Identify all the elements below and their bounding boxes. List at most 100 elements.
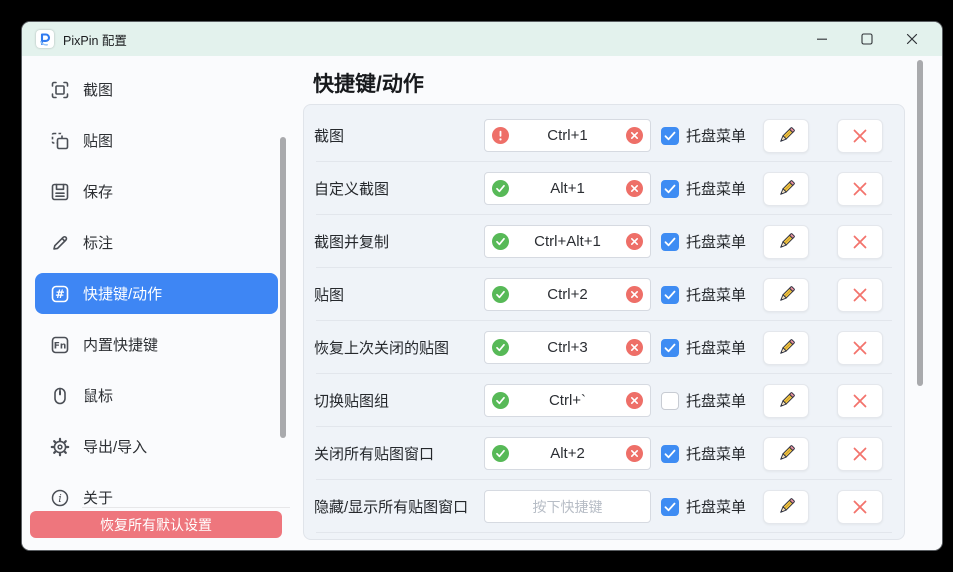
sidebar-item-builtin-hotkeys[interactable]: Fn 内置快捷键 xyxy=(35,324,278,365)
pencil-icon xyxy=(776,231,797,252)
save-icon xyxy=(50,182,70,202)
delete-hotkey-button[interactable] xyxy=(837,490,883,524)
edit-hotkey-button[interactable] xyxy=(763,172,809,206)
action-label: 关闭所有贴图窗口 xyxy=(304,443,484,464)
hotkey-input[interactable]: Ctrl+1 xyxy=(484,119,651,152)
sidebar-item-mouse[interactable]: 鼠标 xyxy=(35,375,278,416)
main-scrollbar[interactable] xyxy=(917,60,923,386)
sidebar-item-hotkey-action[interactable]: # 快捷键/动作 xyxy=(35,273,278,314)
clear-hotkey-icon[interactable] xyxy=(626,286,643,303)
sidebar-item-annotate[interactable]: 标注 xyxy=(35,222,278,263)
hotkey-value: Alt+2 xyxy=(509,445,626,462)
delete-x-icon xyxy=(851,127,869,145)
hotkey-input[interactable]: Ctrl+2 xyxy=(484,278,651,311)
screenshot-icon xyxy=(50,80,70,100)
delete-hotkey-button[interactable] xyxy=(837,384,883,418)
page-title: 快捷键/动作 xyxy=(313,68,424,98)
clear-hotkey-icon[interactable] xyxy=(626,392,643,409)
tray-menu-label: 托盘菜单 xyxy=(686,231,746,252)
svg-text:i: i xyxy=(58,492,62,505)
tray-menu-checkbox[interactable]: 托盘菜单 xyxy=(661,496,746,517)
hotkey-row: 恢复上次关闭的贴图 Ctrl+3 托盘菜单 xyxy=(304,321,904,374)
delete-x-icon xyxy=(851,180,869,198)
tray-menu-checkbox[interactable]: 托盘菜单 xyxy=(661,284,746,305)
maximize-button[interactable] xyxy=(844,24,889,54)
clear-hotkey-icon[interactable] xyxy=(626,127,643,144)
delete-x-icon xyxy=(851,392,869,410)
action-label: 贴图 xyxy=(304,284,484,305)
sidebar-item-label: 标注 xyxy=(83,232,113,253)
hotkey-row: 切换贴图组 Ctrl+` 托盘菜单 xyxy=(304,374,904,427)
edit-hotkey-button[interactable] xyxy=(763,384,809,418)
hotkey-input[interactable]: Ctrl+` xyxy=(484,384,651,417)
sidebar-item-export-import[interactable]: 导出/导入 xyxy=(35,426,278,467)
sidebar-item-label: 内置快捷键 xyxy=(83,334,158,355)
delete-hotkey-button[interactable] xyxy=(837,119,883,153)
hotkey-ok-icon xyxy=(492,392,509,409)
sidebar-item-label: 快捷键/动作 xyxy=(83,283,162,304)
window-body: 截图 贴图 保存 标注 # 快捷键/动作 Fn 内置快捷键 鼠标 导出/导入 i… xyxy=(22,56,942,550)
sidebar-item-save[interactable]: 保存 xyxy=(35,171,278,212)
edit-hotkey-button[interactable] xyxy=(763,119,809,153)
edit-hotkey-button[interactable] xyxy=(763,331,809,365)
hotkey-value: Ctrl+2 xyxy=(509,286,626,303)
hotkey-input[interactable]: Alt+1 xyxy=(484,172,651,205)
pencil-icon xyxy=(776,390,797,411)
sidebar-item-screenshot[interactable]: 截图 xyxy=(35,69,278,110)
tray-menu-checkbox[interactable]: 托盘菜单 xyxy=(661,231,746,252)
hotkey-value: Ctrl+3 xyxy=(509,339,626,356)
minimize-button[interactable] xyxy=(799,24,844,54)
titlebar[interactable]: PixPin 配置 xyxy=(22,22,942,56)
tray-menu-checkbox[interactable]: 托盘菜单 xyxy=(661,337,746,358)
clear-hotkey-icon[interactable] xyxy=(626,233,643,250)
hotkey-input[interactable]: Ctrl+3 xyxy=(484,331,651,364)
hotkey-value: Ctrl+Alt+1 xyxy=(509,233,626,250)
hotkey-value: Ctrl+1 xyxy=(509,127,626,144)
delete-hotkey-button[interactable] xyxy=(837,331,883,365)
pencil-icon xyxy=(776,443,797,464)
delete-hotkey-button[interactable] xyxy=(837,437,883,471)
hotkey-ok-icon xyxy=(492,233,509,250)
close-button[interactable] xyxy=(889,24,934,54)
tray-menu-checkbox[interactable]: 托盘菜单 xyxy=(661,390,746,411)
hotkey-input[interactable]: Alt+2 xyxy=(484,437,651,470)
checkbox-icon xyxy=(661,498,679,516)
edit-hotkey-button[interactable] xyxy=(763,490,809,524)
hotkey-value: Ctrl+` xyxy=(509,392,626,409)
hotkey-error-icon xyxy=(492,127,509,144)
action-label: 恢复上次关闭的贴图 xyxy=(304,337,484,358)
tray-menu-label: 托盘菜单 xyxy=(686,443,746,464)
hotkey-input[interactable]: Ctrl+Alt+1 xyxy=(484,225,651,258)
action-label: 自定义截图 xyxy=(304,178,484,199)
sidebar-item-pin-image[interactable]: 贴图 xyxy=(35,120,278,161)
sidebar-scrollbar[interactable] xyxy=(280,137,286,438)
restore-defaults-button[interactable]: 恢复所有默认设置 xyxy=(30,511,282,538)
delete-hotkey-button[interactable] xyxy=(837,225,883,259)
tray-menu-checkbox[interactable]: 托盘菜单 xyxy=(661,443,746,464)
clear-hotkey-icon[interactable] xyxy=(626,180,643,197)
clear-hotkey-icon[interactable] xyxy=(626,445,643,462)
hotkey-value: Alt+1 xyxy=(509,180,626,197)
hotkey-action-icon: # xyxy=(50,284,70,304)
action-label: 隐藏/显示所有贴图窗口 xyxy=(304,496,484,517)
tray-menu-checkbox[interactable]: 托盘菜单 xyxy=(661,125,746,146)
delete-hotkey-button[interactable] xyxy=(837,278,883,312)
sidebar-item-label: 截图 xyxy=(83,79,113,100)
tray-menu-checkbox[interactable]: 托盘菜单 xyxy=(661,178,746,199)
action-label: 切换贴图组 xyxy=(304,390,484,411)
checkbox-icon xyxy=(661,339,679,357)
edit-hotkey-button[interactable] xyxy=(763,437,809,471)
hotkey-value: 按下快捷键 xyxy=(509,497,626,517)
tray-menu-label: 托盘菜单 xyxy=(686,178,746,199)
clear-hotkey-icon[interactable] xyxy=(626,339,643,356)
hotkey-input[interactable]: 按下快捷键 xyxy=(484,490,651,523)
about-icon: i xyxy=(50,488,70,508)
pencil-icon xyxy=(776,337,797,358)
pixpin-logo-icon xyxy=(36,30,54,48)
edit-hotkey-button[interactable] xyxy=(763,225,809,259)
edit-hotkey-button[interactable] xyxy=(763,278,809,312)
pencil-icon xyxy=(776,284,797,305)
hotkey-row: 关闭所有贴图窗口 Alt+2 托盘菜单 xyxy=(304,427,904,480)
delete-hotkey-button[interactable] xyxy=(837,172,883,206)
pencil-icon xyxy=(776,125,797,146)
